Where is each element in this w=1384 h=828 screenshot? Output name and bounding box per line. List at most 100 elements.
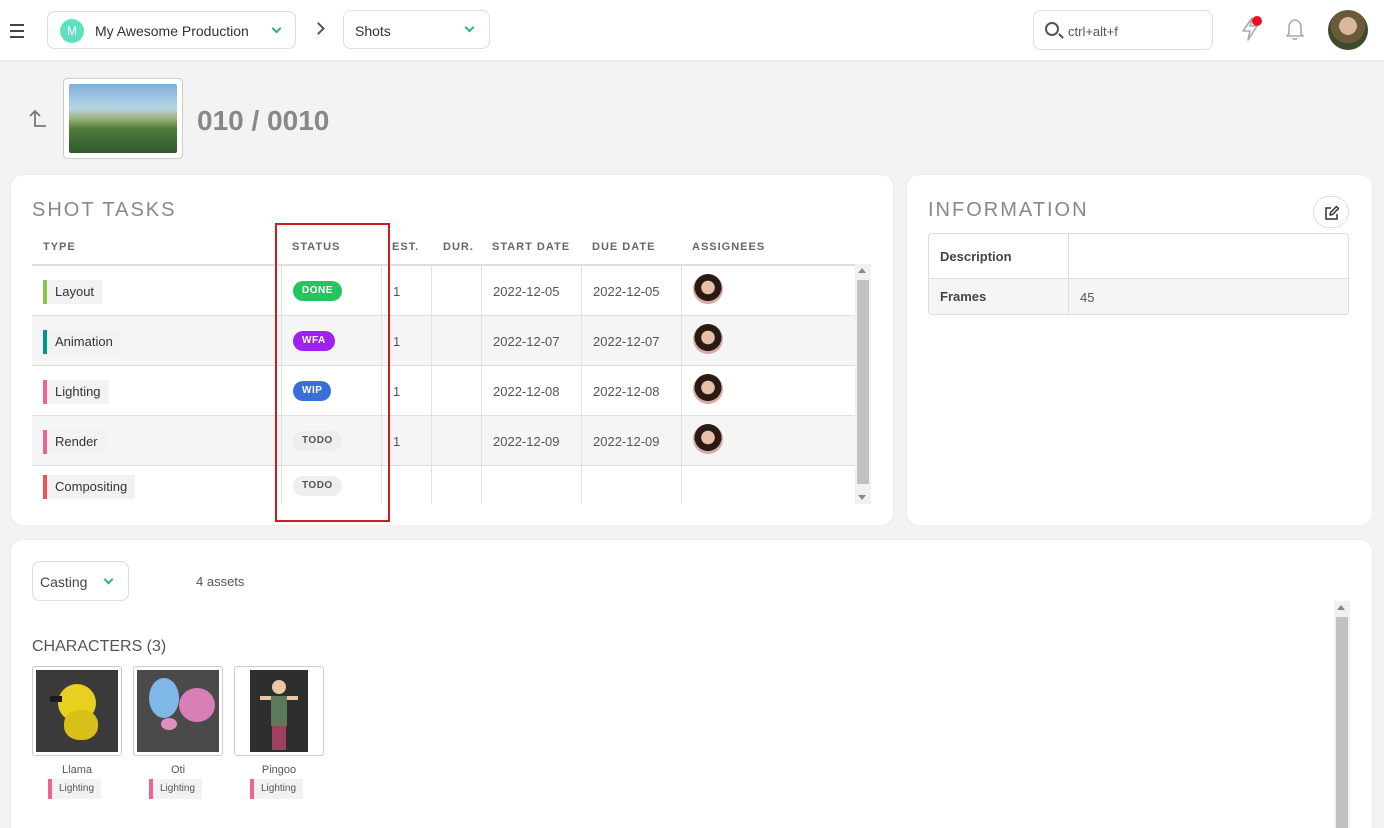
start-date-cell[interactable]: 2022-12-09 [482, 416, 582, 465]
bell-icon[interactable] [1284, 17, 1306, 41]
info-row-description: Description [929, 234, 1348, 279]
type-color-bar [43, 330, 47, 354]
shot-tasks-title: SHOT TASKS [32, 199, 177, 221]
task-type-tag[interactable]: Compositing [43, 475, 136, 499]
task-type-label: Render [55, 434, 98, 449]
chevron-down-icon [103, 574, 114, 585]
shot-thumbnail[interactable] [63, 78, 183, 159]
asset-task-tag[interactable]: Lighting [48, 779, 102, 799]
start-date-value: 2022-12-07 [493, 334, 560, 349]
scroll-down-icon[interactable] [858, 495, 866, 500]
task-type-tag[interactable]: Animation [43, 330, 121, 354]
start-date-cell[interactable]: 2022-12-08 [482, 366, 582, 415]
information-title: INFORMATION [928, 199, 1089, 221]
casting-scrollbar[interactable] [1334, 601, 1350, 828]
assignees-cell[interactable] [682, 266, 855, 315]
due-date-cell[interactable]: 2022-12-08 [582, 366, 682, 415]
asset-image-oti [137, 670, 219, 752]
asset-thumbnail[interactable] [133, 666, 223, 756]
assignees-cell[interactable] [682, 366, 855, 415]
assignees-cell[interactable] [682, 416, 855, 465]
shot-title: 010 / 0010 [197, 105, 330, 136]
user-avatar[interactable] [1328, 10, 1368, 50]
dur-cell[interactable] [432, 316, 482, 365]
task-type-tag[interactable]: Lighting [43, 380, 109, 404]
due-date-value: 2022-12-05 [593, 284, 660, 299]
dur-cell[interactable] [432, 416, 482, 465]
start-date-value: 2022-12-09 [493, 434, 560, 449]
chevron-down-icon [464, 22, 475, 33]
info-key: Description [929, 234, 1069, 278]
asset-count: 4 assets [196, 574, 245, 589]
asset-name: Llama [62, 764, 92, 776]
asset-name: Pingoo [261, 764, 297, 776]
due-date-cell[interactable]: 2022-12-07 [582, 316, 682, 365]
column-header-type[interactable]: TYPE [43, 241, 76, 253]
table-row[interactable]: Compositing TODO [32, 466, 855, 504]
column-header-start-date[interactable]: START DATE [492, 241, 570, 253]
search-box[interactable] [1033, 10, 1213, 50]
type-cell: Render [32, 416, 282, 465]
dur-cell[interactable] [432, 266, 482, 315]
info-value[interactable]: 45 [1080, 290, 1094, 305]
assignees-cell[interactable] [682, 316, 855, 365]
due-date-cell[interactable] [582, 466, 682, 504]
task-type-tag[interactable]: Layout [43, 280, 103, 304]
column-header-due-date[interactable]: DUE DATE [592, 241, 655, 253]
table-row[interactable]: Render TODO 1 2022-12-09 2022-12-09 [32, 416, 855, 466]
casting-view-select[interactable]: Casting [32, 561, 129, 601]
table-row[interactable]: Animation WFA 1 2022-12-07 2022-12-07 [32, 316, 855, 366]
scrollbar-thumb[interactable] [857, 280, 869, 484]
menu-icon[interactable] [10, 24, 24, 38]
production-select[interactable]: M My Awesome Production [47, 11, 296, 49]
column-header-dur[interactable]: DUR. [443, 241, 474, 253]
asset-card[interactable]: Llama Lighting [32, 666, 122, 799]
tasks-table: Layout DONE 1 2022-12-05 2022-12-05 Anim… [32, 264, 855, 504]
edit-button[interactable] [1313, 196, 1349, 228]
asset-card[interactable]: Pingoo Lighting [234, 666, 324, 799]
asset-task-tag[interactable]: Lighting [250, 779, 304, 799]
scrollbar-thumb[interactable] [1336, 617, 1348, 828]
start-date-value: 2022-12-08 [493, 384, 560, 399]
task-type-label: Animation [55, 334, 113, 349]
type-cell: Animation [32, 316, 282, 365]
scroll-up-icon[interactable] [1337, 605, 1345, 610]
asset-card[interactable]: Oti Lighting [133, 666, 223, 799]
tasks-scrollbar[interactable] [855, 264, 871, 504]
due-date-cell[interactable]: 2022-12-05 [582, 266, 682, 315]
assignee-avatar[interactable] [693, 324, 723, 354]
scroll-up-icon[interactable] [858, 268, 866, 273]
column-header-assignees[interactable]: ASSIGNEES [692, 241, 765, 253]
chevron-right-icon [312, 22, 325, 35]
information-table: Description Frames 45 [928, 233, 1349, 315]
due-date-cell[interactable]: 2022-12-09 [582, 416, 682, 465]
assignee-avatar[interactable] [693, 424, 723, 454]
asset-task-label: Lighting [160, 783, 196, 794]
assignees-cell[interactable] [682, 466, 855, 504]
start-date-cell[interactable] [482, 466, 582, 504]
type-color-bar [250, 779, 254, 799]
assignee-avatar[interactable] [693, 374, 723, 404]
search-input[interactable] [1068, 21, 1208, 41]
back-arrow-icon[interactable] [26, 108, 48, 130]
type-cell: Layout [32, 266, 282, 315]
type-cell: Compositing [32, 466, 282, 504]
assignee-avatar[interactable] [693, 274, 723, 304]
dur-cell[interactable] [432, 466, 482, 504]
task-type-tag[interactable]: Render [43, 430, 106, 454]
due-date-value: 2022-12-08 [593, 384, 660, 399]
asset-image-pingoo [238, 670, 320, 752]
edit-icon [1325, 205, 1340, 220]
column-header-est[interactable]: EST. [392, 241, 419, 253]
table-row[interactable]: Lighting WIP 1 2022-12-08 2022-12-08 [32, 366, 855, 416]
type-color-bar [48, 779, 52, 799]
section-select[interactable]: Shots [343, 10, 490, 49]
due-date-value: 2022-12-09 [593, 434, 660, 449]
dur-cell[interactable] [432, 366, 482, 415]
start-date-cell[interactable]: 2022-12-07 [482, 316, 582, 365]
asset-thumbnail[interactable] [32, 666, 122, 756]
asset-task-tag[interactable]: Lighting [149, 779, 203, 799]
asset-thumbnail[interactable] [234, 666, 324, 756]
table-row[interactable]: Layout DONE 1 2022-12-05 2022-12-05 [32, 266, 855, 316]
start-date-cell[interactable]: 2022-12-05 [482, 266, 582, 315]
